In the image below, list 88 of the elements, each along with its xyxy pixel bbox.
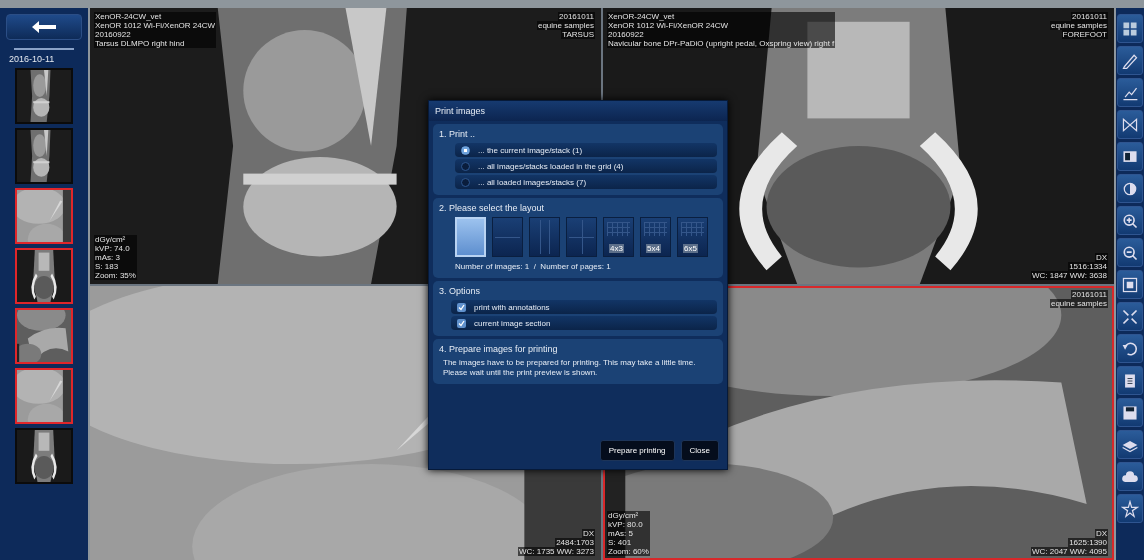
checkbox-option[interactable]: print with annotations bbox=[451, 300, 717, 314]
image-info: 20160922 bbox=[607, 30, 836, 39]
close-button[interactable]: Close bbox=[680, 440, 719, 461]
image-info: 2484:1703 bbox=[555, 538, 595, 547]
thumbnail[interactable] bbox=[15, 248, 73, 304]
image-info: Zoom: 60% bbox=[607, 547, 650, 556]
thumbnail[interactable] bbox=[15, 188, 73, 244]
image-info: mAs: 5 bbox=[607, 529, 650, 538]
layout-label: 4x3 bbox=[609, 244, 624, 253]
image-info: S: 183 bbox=[94, 262, 137, 271]
image-info: equine samples bbox=[1049, 299, 1108, 308]
zoom-out-button[interactable] bbox=[1117, 238, 1143, 267]
image-info: equine samples bbox=[1049, 21, 1108, 30]
image-info: 1516:1334 bbox=[1068, 262, 1108, 271]
save-button[interactable] bbox=[1117, 398, 1143, 427]
thumbnail[interactable] bbox=[15, 128, 73, 184]
save-icon bbox=[1121, 403, 1139, 422]
image-info: XenOR 1012 Wi-Fi/XenOR 24CW bbox=[607, 21, 836, 30]
star-icon bbox=[1121, 499, 1139, 518]
image-info: kVP: 74.0 bbox=[94, 244, 137, 253]
grid-button[interactable] bbox=[1117, 14, 1143, 43]
chart-button[interactable] bbox=[1117, 78, 1143, 107]
section-heading: 2. Please select the layout bbox=[439, 203, 546, 213]
image-info: equine samples bbox=[536, 21, 595, 30]
image-info: 20161011 bbox=[558, 12, 595, 21]
thumbnail[interactable] bbox=[15, 68, 73, 124]
image-info: S: 401 bbox=[607, 538, 650, 547]
layout-option[interactable]: 5x4 bbox=[640, 217, 671, 257]
pen-button[interactable] bbox=[1117, 46, 1143, 75]
bowtie-icon bbox=[1121, 115, 1139, 134]
shrink-button[interactable] bbox=[1117, 302, 1143, 331]
radio-option[interactable]: ... all images/stacks loaded in the grid (4) bbox=[455, 159, 717, 173]
fit-button[interactable] bbox=[1117, 270, 1143, 299]
thumbnail[interactable] bbox=[15, 308, 73, 364]
image-info: Navicular bone DPr-PaDiO (upright pedal, Oxspring view) right f bbox=[607, 39, 836, 48]
image-info: Zoom: 35% bbox=[94, 271, 137, 280]
image-info: FOREFOOT bbox=[1061, 30, 1108, 39]
undo-icon bbox=[1121, 339, 1139, 358]
image-info: WC: 1847 WW: 3638 bbox=[1031, 271, 1108, 280]
dialog-title: Print images bbox=[429, 101, 727, 121]
layers-button[interactable] bbox=[1117, 430, 1143, 459]
layout-option[interactable]: 4x3 bbox=[603, 217, 634, 257]
study-date: 2016-10-11 bbox=[9, 54, 55, 64]
arrow-left-icon bbox=[32, 21, 56, 33]
image-info: DX bbox=[581, 529, 595, 538]
star-button[interactable] bbox=[1117, 494, 1143, 523]
layout-info: Number of images: 1 / Number of pages: 1 bbox=[455, 262, 612, 272]
image-info: DX bbox=[1094, 253, 1108, 262]
radio-option[interactable]: ... the current image/stack (1) bbox=[455, 143, 717, 157]
thumbnail[interactable] bbox=[15, 428, 73, 484]
image-info: 1625:1390 bbox=[1068, 538, 1108, 547]
grid-icon bbox=[1121, 19, 1139, 38]
layout-label: 5x4 bbox=[646, 244, 661, 253]
layout-option[interactable]: 6x5 bbox=[677, 217, 708, 257]
image-info: 20161011 bbox=[1071, 290, 1108, 299]
radio-option[interactable]: ... all loaded images/stacks (7) bbox=[455, 175, 717, 189]
image-info: TARSUS bbox=[561, 30, 595, 39]
shrink-icon bbox=[1121, 307, 1139, 326]
prepare-text: The images have to be prepared for printing. This may take a little time. Please wait until the print preview is shown. bbox=[443, 358, 697, 378]
section-heading: 4. Prepare images for printing bbox=[439, 344, 559, 354]
zoom-in-button[interactable] bbox=[1117, 206, 1143, 235]
layout-label: 6x5 bbox=[683, 244, 698, 253]
document-button[interactable] bbox=[1117, 366, 1143, 395]
section-heading: 1. Print .. bbox=[439, 129, 476, 139]
image-info: XenOR 1012 Wi-Fi/XenOR 24CW bbox=[94, 21, 217, 30]
image-info: kVP: 80.0 bbox=[607, 520, 650, 529]
bowtie-button[interactable] bbox=[1117, 110, 1143, 139]
image-info: WC: 1735 WW: 3273 bbox=[518, 547, 595, 556]
image-info: Tarsus DLMPO right hind bbox=[94, 39, 217, 48]
contrast-button[interactable] bbox=[1117, 174, 1143, 203]
image-info: 20161011 bbox=[1071, 12, 1108, 21]
image-info: dGy/cm² bbox=[607, 511, 650, 520]
fit-icon bbox=[1121, 275, 1139, 294]
checkbox-option[interactable]: current image section bbox=[451, 316, 717, 330]
image-info: XenOR-24CW_vet bbox=[94, 12, 217, 21]
cloud-button[interactable] bbox=[1117, 462, 1143, 491]
thumbnail[interactable] bbox=[15, 368, 73, 424]
image-info: XenOR-24CW_vet bbox=[607, 12, 836, 21]
image-info: dGy/cm² bbox=[94, 235, 137, 244]
image-info: DX bbox=[1094, 529, 1108, 538]
image-info: 20160922 bbox=[94, 30, 217, 39]
back-button[interactable] bbox=[6, 14, 82, 40]
prepare-printing-button[interactable]: Prepare printing bbox=[599, 440, 675, 461]
section-heading: 3. Options bbox=[439, 286, 482, 296]
undo-button[interactable] bbox=[1117, 334, 1143, 363]
monitor-button[interactable] bbox=[1117, 142, 1143, 171]
image-info: WC: 2047 WW: 4095 bbox=[1031, 547, 1108, 556]
image-info: mAs: 3 bbox=[94, 253, 137, 262]
